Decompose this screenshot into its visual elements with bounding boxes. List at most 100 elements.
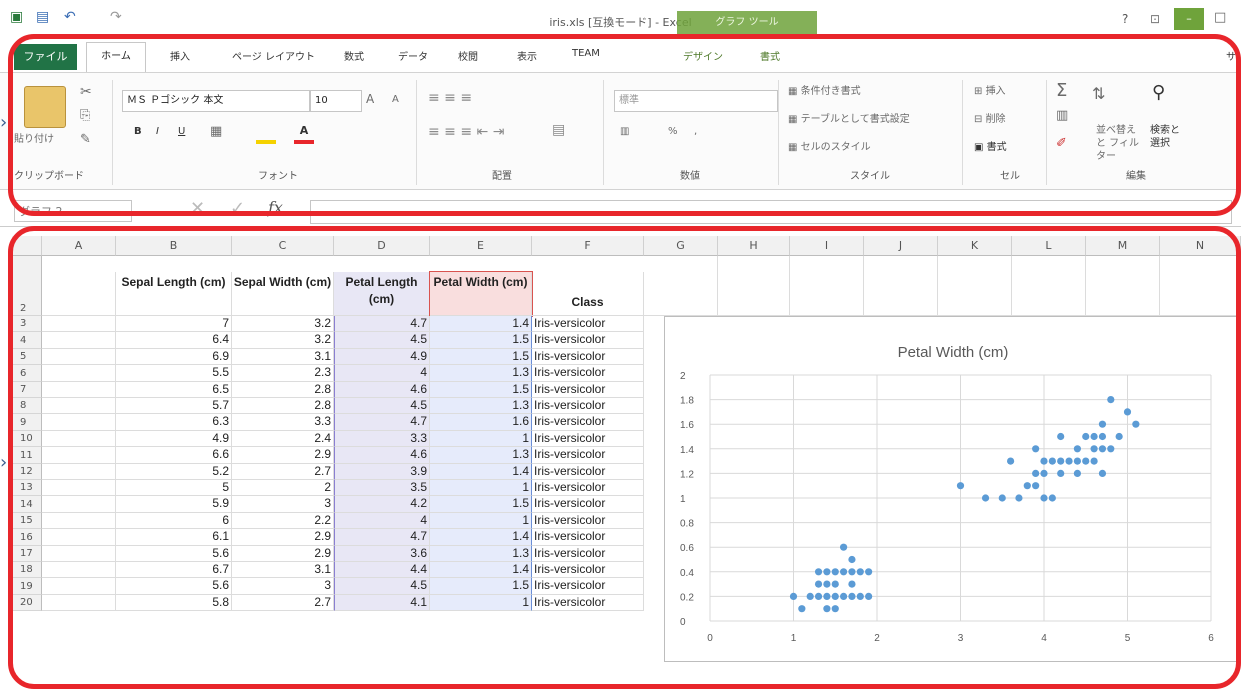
paste-icon[interactable] (24, 86, 66, 128)
cell-petal-length[interactable]: 4.5 (334, 332, 430, 349)
cell-petal-length[interactable]: 4.4 (334, 562, 430, 578)
row-header[interactable]: 5 (12, 349, 42, 365)
clear-icon[interactable]: ✐ (1056, 136, 1067, 151)
cell[interactable] (790, 256, 864, 316)
font-name-select[interactable]: ＭＳ Ｐゴシック 本文 (122, 90, 310, 112)
cell-class[interactable]: Iris-versicolor (532, 431, 644, 447)
cell-sepal-length[interactable]: 5.5 (116, 365, 232, 382)
cell-petal-width[interactable]: 1.3 (430, 447, 532, 464)
cell[interactable] (1160, 256, 1241, 316)
cell-petal-length[interactable]: 3.6 (334, 546, 430, 562)
name-box[interactable]: グラフ 2 (14, 200, 132, 222)
save-icon[interactable]: ▤ (36, 9, 49, 25)
format-as-table-button[interactable]: ▦ テーブルとして書式設定 (788, 110, 910, 125)
cell[interactable] (42, 447, 116, 464)
cell-petal-width[interactable]: 1.6 (430, 414, 532, 431)
cell-sepal-length[interactable]: 5.6 (116, 578, 232, 595)
tab-formulas[interactable]: 数式 (344, 48, 364, 63)
cell-class[interactable]: Iris-versicolor (532, 447, 644, 464)
tab-home[interactable]: ホーム (86, 42, 146, 73)
cell-petal-length[interactable]: 4.5 (334, 398, 430, 414)
percent-button[interactable]: % (668, 126, 678, 137)
cell-sepal-width[interactable]: 2.4 (232, 431, 334, 447)
cell-class[interactable]: Iris-versicolor (532, 382, 644, 398)
cell-sepal-length[interactable]: 5 (116, 480, 232, 496)
cell-class[interactable]: Iris-versicolor (532, 480, 644, 496)
cell[interactable] (42, 316, 116, 332)
currency-icon[interactable]: ▥ (620, 126, 629, 137)
cell[interactable] (42, 578, 116, 595)
cell-petal-width[interactable]: 1 (430, 431, 532, 447)
cell[interactable] (42, 464, 116, 480)
cell-class[interactable]: Iris-versicolor (532, 332, 644, 349)
header-class[interactable]: Class (532, 272, 644, 316)
bold-button[interactable]: B (134, 126, 142, 137)
column-header-k[interactable]: K (938, 236, 1012, 256)
column-header-a[interactable]: A (42, 236, 116, 256)
cell-sepal-width[interactable]: 2.8 (232, 398, 334, 414)
row-header[interactable]: 19 (12, 578, 42, 595)
cell-sepal-length[interactable]: 6.5 (116, 382, 232, 398)
cell-sepal-width[interactable]: 2.7 (232, 464, 334, 480)
cell[interactable] (42, 414, 116, 431)
cell-sepal-width[interactable]: 3.1 (232, 562, 334, 578)
tab-overflow[interactable]: サ (1226, 48, 1236, 63)
conditional-formatting-button[interactable]: ▦ 条件付き書式 (788, 82, 861, 97)
cell-class[interactable]: Iris-versicolor (532, 595, 644, 611)
row-header[interactable]: 3 (12, 316, 42, 332)
cell[interactable] (42, 595, 116, 611)
cell-sepal-length[interactable]: 5.8 (116, 595, 232, 611)
row-header[interactable]: 17 (12, 546, 42, 562)
cell-sepal-width[interactable]: 3.1 (232, 349, 334, 365)
cut-icon[interactable]: ✂ (80, 84, 92, 100)
cell-petal-width[interactable]: 1 (430, 595, 532, 611)
format-painter-icon[interactable]: ✎ (80, 132, 91, 147)
cell-petal-width[interactable]: 1.5 (430, 382, 532, 398)
row-header[interactable]: 4 (12, 332, 42, 349)
column-header-j[interactable]: J (864, 236, 938, 256)
column-header-e[interactable]: E (430, 236, 532, 256)
column-header-f[interactable]: F (532, 236, 644, 256)
cell-sepal-length[interactable]: 6.4 (116, 332, 232, 349)
ribbon-display-icon[interactable]: ⊡ (1150, 12, 1160, 26)
tab-insert[interactable]: 挿入 (170, 48, 190, 63)
align-top-icon[interactable]: ≡ ≡ ≡ (428, 90, 472, 106)
row-header[interactable]: 9 (12, 414, 42, 431)
font-color-icon[interactable]: A (294, 124, 314, 144)
row-header[interactable]: 11 (12, 447, 42, 464)
column-header-n[interactable]: N (1160, 236, 1241, 256)
row-header[interactable]: 15 (12, 513, 42, 529)
cell-petal-width[interactable]: 1.5 (430, 332, 532, 349)
cell-petal-width[interactable]: 1.4 (430, 464, 532, 480)
align-left-icon[interactable]: ≡ ≡ ≡ ⇤ ⇥ (428, 124, 504, 140)
cell-class[interactable]: Iris-versicolor (532, 562, 644, 578)
cell-styles-button[interactable]: ▦ セルのスタイル (788, 138, 871, 153)
cell-sepal-length[interactable]: 4.9 (116, 431, 232, 447)
cell-class[interactable]: Iris-versicolor (532, 513, 644, 529)
tab-data[interactable]: データ (398, 48, 428, 63)
cell-petal-width[interactable]: 1 (430, 480, 532, 496)
find-select-icon[interactable]: ⚲ (1152, 82, 1165, 103)
cell-class[interactable]: Iris-versicolor (532, 365, 644, 382)
insert-cells-button[interactable]: ⊞ 挿入 (974, 82, 1006, 97)
cell-class[interactable]: Iris-versicolor (532, 546, 644, 562)
cell[interactable] (42, 496, 116, 513)
cell-sepal-width[interactable]: 2 (232, 480, 334, 496)
cell-petal-length[interactable]: 4 (334, 365, 430, 382)
column-header-m[interactable]: M (1086, 236, 1160, 256)
tab-design[interactable]: デザイン (683, 48, 723, 63)
cell-petal-length[interactable]: 4.1 (334, 595, 430, 611)
cell[interactable] (42, 382, 116, 398)
copy-icon[interactable]: ⎘ (80, 108, 90, 123)
column-header-h[interactable]: H (718, 236, 790, 256)
row-header[interactable]: 16 (12, 529, 42, 546)
merge-cells-icon[interactable]: ▤ (552, 122, 565, 138)
cell-petal-width[interactable]: 1.4 (430, 529, 532, 546)
cell-petal-width[interactable]: 1.5 (430, 496, 532, 513)
cell[interactable] (42, 365, 116, 382)
column-header-c[interactable]: C (232, 236, 334, 256)
cell-sepal-width[interactable]: 2.9 (232, 447, 334, 464)
cell-sepal-length[interactable]: 6.1 (116, 529, 232, 546)
cell-petal-width[interactable]: 1.3 (430, 365, 532, 382)
minimize-button[interactable]: – (1174, 8, 1204, 30)
